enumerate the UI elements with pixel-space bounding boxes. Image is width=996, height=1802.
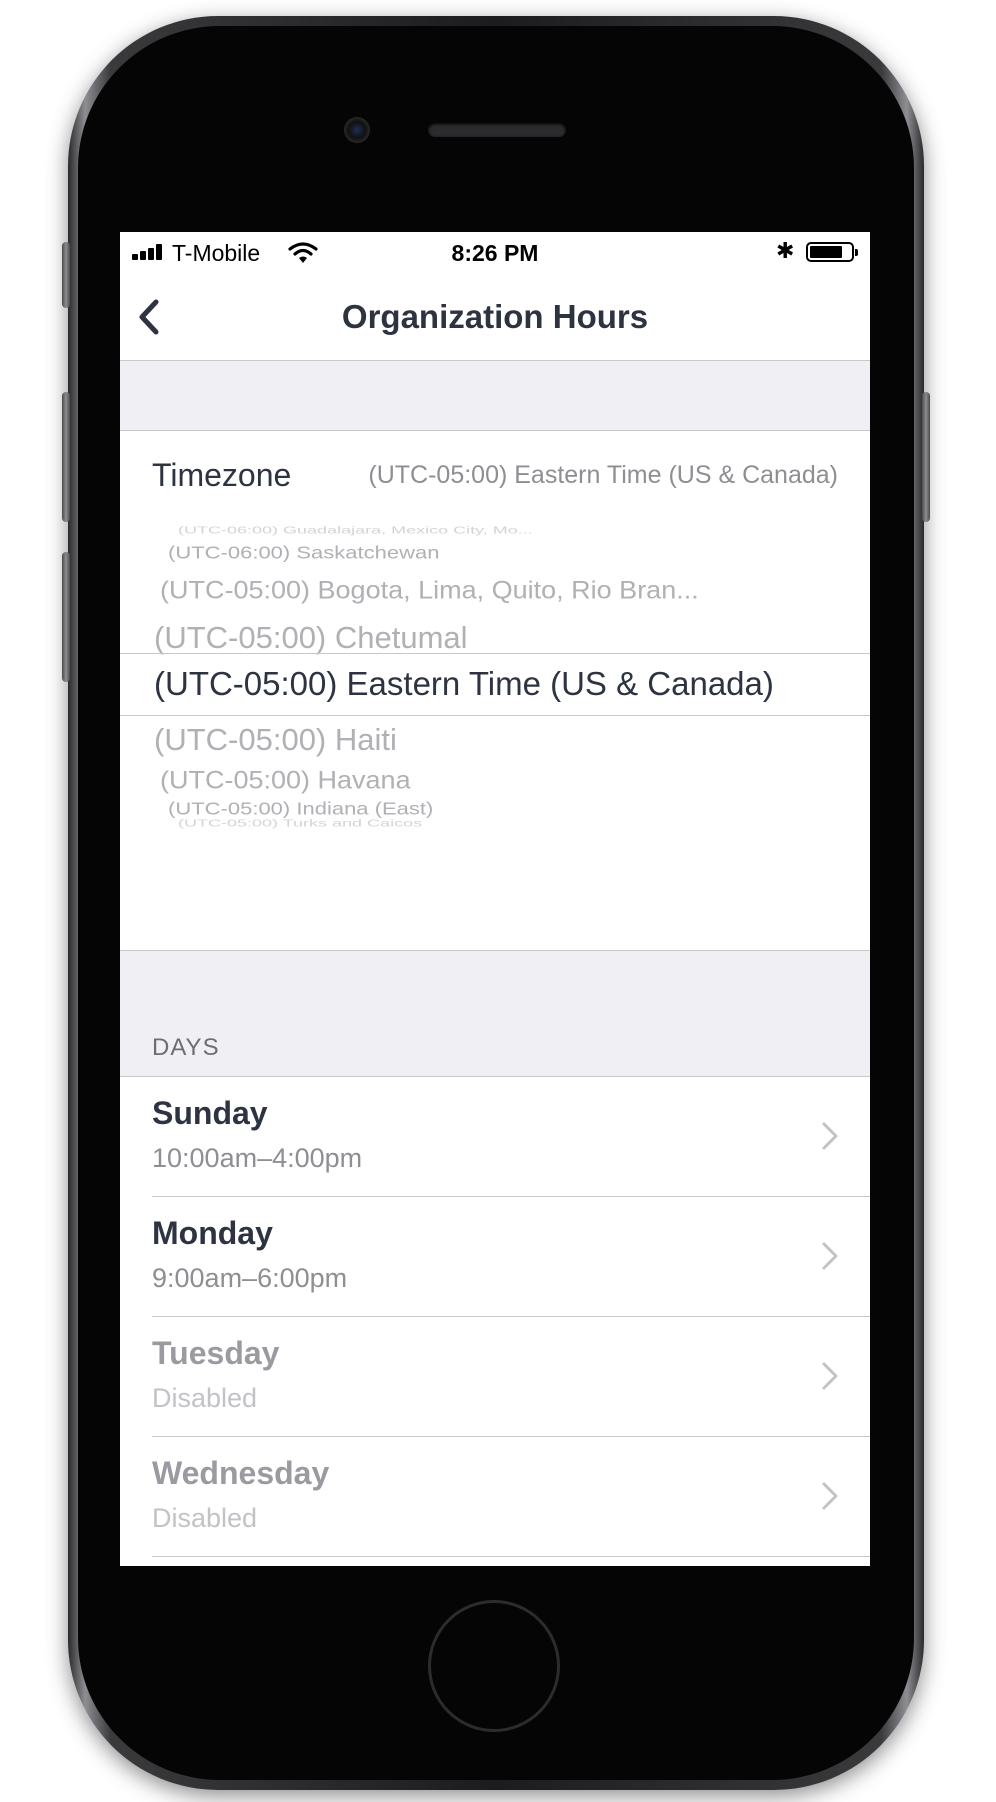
page-title: Organization Hours <box>341 298 649 335</box>
volume-up-button <box>62 392 70 522</box>
battery-icon <box>806 242 858 262</box>
picker-selection-line-bottom <box>120 715 870 716</box>
picker-option[interactable]: (UTC-05:00) Chetumal <box>154 620 468 656</box>
day-hours: 10:00am–4:00pm <box>152 1143 363 1173</box>
day-row-tuesday[interactable]: Tuesday Disabled <box>120 1317 870 1437</box>
day-name: Sunday <box>152 1095 268 1131</box>
timezone-picker[interactable]: (UTC-06:00) Guadalajara, Mexico City, Mo… <box>120 510 870 951</box>
chevron-right-icon <box>822 1122 838 1150</box>
front-camera <box>344 117 370 143</box>
day-name: Tuesday <box>152 1335 280 1371</box>
screen: T-Mobile 8:26 PM ✱ Organization Hours Ti… <box>120 232 870 1566</box>
days-list: Sunday 10:00am–4:00pm Monday 9:00am–6:00… <box>120 1076 870 1557</box>
day-name: Wednesday <box>152 1455 330 1491</box>
chevron-right-icon <box>822 1242 838 1270</box>
day-row-monday[interactable]: Monday 9:00am–6:00pm <box>120 1197 870 1317</box>
days-section-header: DAYS <box>152 1034 220 1061</box>
status-time: 8:26 PM <box>451 240 539 266</box>
picker-selection-line-top <box>120 653 870 654</box>
picker-option[interactable]: (UTC-05:00) Havana <box>160 766 411 795</box>
status-bar: T-Mobile 8:26 PM ✱ <box>120 232 870 272</box>
home-button[interactable] <box>428 1600 560 1732</box>
picker-option[interactable]: (UTC-05:00) Haiti <box>154 722 397 758</box>
timezone-label: Timezone <box>152 457 292 493</box>
chevron-right-icon <box>822 1362 838 1390</box>
section-spacer <box>120 361 870 430</box>
mute-switch <box>62 242 70 308</box>
volume-down-button <box>62 552 70 682</box>
picker-option[interactable]: (UTC-06:00) Saskatchewan <box>168 543 439 563</box>
bluetooth-icon: ✱ <box>776 238 795 263</box>
day-hours: 9:00am–6:00pm <box>152 1263 348 1293</box>
navigation-bar: Organization Hours <box>120 272 870 361</box>
picker-option[interactable]: (UTC-05:00) Turks and Caicos <box>178 818 422 830</box>
picker-option[interactable]: (UTC-06:00) Guadalajara, Mexico City, Mo… <box>178 525 533 537</box>
day-hours: Disabled <box>152 1503 258 1533</box>
day-hours: Disabled <box>152 1383 258 1413</box>
day-row-sunday[interactable]: Sunday 10:00am–4:00pm <box>120 1077 870 1197</box>
day-name: Monday <box>152 1215 273 1251</box>
timezone-value: (UTC-05:00) Eastern Time (US & Canada) <box>368 461 838 489</box>
chevron-right-icon <box>822 1482 838 1510</box>
day-row-wednesday[interactable]: Wednesday Disabled <box>120 1437 870 1557</box>
picker-selected-option[interactable]: (UTC-05:00) Eastern Time (US & Canada) <box>154 665 774 703</box>
timezone-row[interactable]: Timezone (UTC-05:00) Eastern Time (US & … <box>120 430 870 511</box>
picker-option[interactable]: (UTC-05:00) Indiana (East) <box>168 799 433 819</box>
picker-option[interactable]: (UTC-05:00) Bogota, Lima, Quito, Rio Bra… <box>160 576 699 605</box>
earpiece-speaker <box>428 123 566 137</box>
days-section-background <box>120 951 870 1076</box>
power-button <box>922 392 930 522</box>
